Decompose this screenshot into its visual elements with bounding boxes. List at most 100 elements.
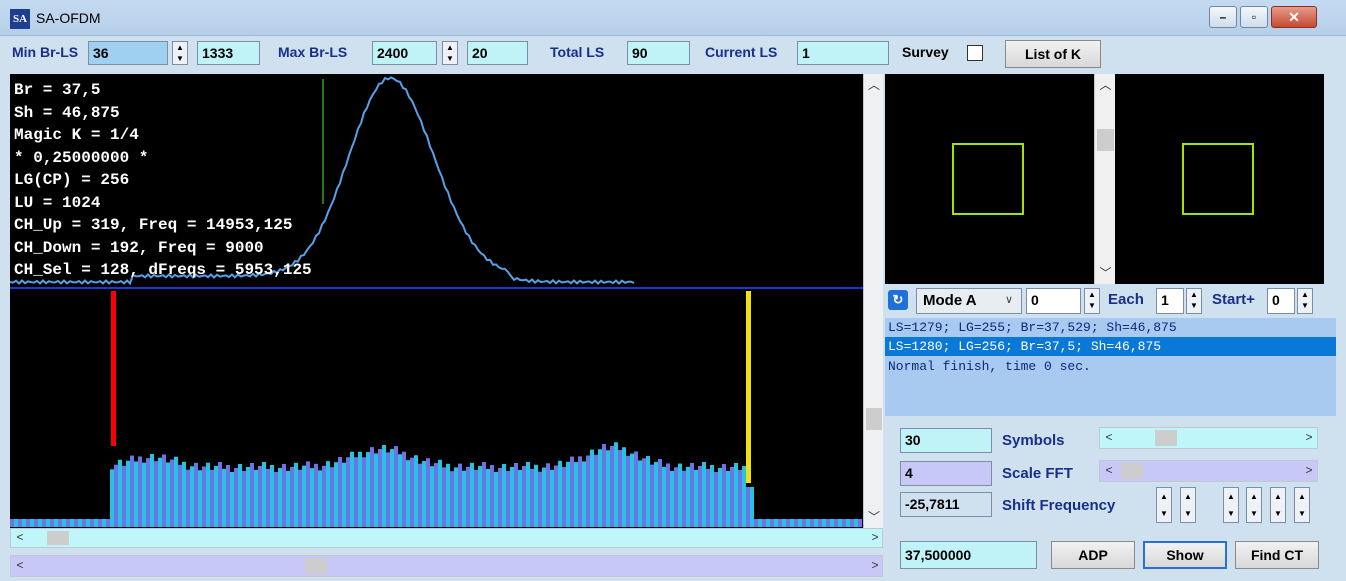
spectrum-bar: [498, 467, 502, 527]
spectrum-bar: [250, 462, 254, 527]
shift-frequency-value[interactable]: -25,7811: [900, 492, 992, 517]
spectrum-bar: [342, 462, 346, 527]
scroll-left-icon[interactable]: <: [1103, 430, 1115, 444]
spectrum-bar: [334, 462, 338, 527]
list-of-k-button[interactable]: List of K: [1005, 40, 1101, 68]
maximize-button[interactable]: ▫: [1240, 6, 1268, 28]
survey-checkbox[interactable]: [967, 45, 983, 61]
spectrum-bar: [246, 466, 250, 527]
max-br-ls-input[interactable]: 2400: [372, 41, 437, 65]
parameter-line: Br = 37,5: [14, 81, 101, 99]
adp-button[interactable]: ADP: [1051, 541, 1135, 569]
parameter-line: CH_Down = 192, Freq = 9000: [14, 238, 264, 257]
spectrum-bar: [582, 461, 586, 527]
spectrum-bar: [158, 457, 162, 527]
spectrum-bar: [162, 454, 166, 527]
results-list[interactable]: LS=1279; LG=255; Br=37,529; Sh=46,875 LS…: [885, 318, 1336, 416]
scale-fft-value[interactable]: 4: [900, 461, 992, 486]
spectrum-bar: [618, 450, 622, 527]
scroll-right-icon[interactable]: >: [868, 558, 882, 572]
scroll-down-icon[interactable]: ﹀: [1095, 264, 1116, 281]
constellation-right-square: [1182, 143, 1254, 215]
spectrum-bar: [134, 461, 138, 527]
spectrum-bar: [706, 468, 710, 527]
shift-spin-icon[interactable]: ▲ ▼: [1180, 487, 1196, 523]
list-item-selected[interactable]: LS=1280; LG=256; Br=37,5; Sh=46,875: [885, 337, 1336, 356]
constellation-vscrollbar[interactable]: ︿ ﹀: [1094, 74, 1115, 284]
frequency-value[interactable]: 37,500000: [900, 541, 1037, 569]
min-br-ls-input[interactable]: 36: [88, 41, 168, 65]
constellation-vscroll-thumb[interactable]: [1097, 129, 1114, 151]
spectrum-bar: [278, 467, 282, 527]
spectrum-bar: [98, 519, 102, 527]
scale-fft-slider-thumb[interactable]: [1121, 463, 1144, 479]
main-vscroll-thumb[interactable]: [866, 408, 882, 430]
scroll-right-icon[interactable]: >: [1303, 463, 1315, 477]
mode-number-input[interactable]: 0: [1026, 288, 1081, 314]
scroll-right-icon[interactable]: >: [1303, 430, 1315, 444]
spectrum-bar: [510, 466, 514, 527]
each-label: Each: [1108, 291, 1144, 308]
spectrum-bar: [458, 463, 462, 527]
marker-left-line: [111, 291, 116, 446]
scroll-left-icon[interactable]: <: [13, 530, 27, 544]
main-vscrollbar[interactable]: ︿ ﹀: [863, 74, 883, 528]
each-input[interactable]: 1: [1156, 288, 1184, 314]
list-item[interactable]: LS=1279; LG=255; Br=37,529; Sh=46,875: [885, 318, 1336, 337]
shift-spin-icon[interactable]: ▲ ▼: [1223, 487, 1239, 523]
show-button[interactable]: Show: [1143, 541, 1227, 569]
mode-select[interactable]: Mode A ∨: [916, 288, 1022, 314]
spectrum-bar: [42, 519, 46, 527]
scroll-up-icon[interactable]: ︿: [1095, 76, 1116, 93]
spectrum-bar: [494, 471, 498, 527]
spectrum-bar: [90, 519, 94, 527]
spectrum-bar: [266, 468, 270, 527]
spectrum-bar: [70, 519, 74, 527]
close-button[interactable]: ✕: [1271, 6, 1317, 28]
min-br-ls-spin-icon[interactable]: ▲ ▼: [172, 41, 188, 65]
hscroll-bottom-thumb[interactable]: [305, 558, 327, 574]
scroll-right-icon[interactable]: >: [868, 530, 882, 544]
spectrum-bar: [346, 457, 350, 527]
scroll-down-icon[interactable]: ﹀: [864, 508, 884, 525]
symbols-value[interactable]: 30: [900, 428, 992, 453]
hscrollbar-bottom[interactable]: < >: [10, 555, 883, 577]
mode-number-spin-icon[interactable]: ▲ ▼: [1084, 288, 1100, 314]
list-item[interactable]: Normal finish, time 0 sec.: [885, 357, 1336, 376]
shift-spin-icon[interactable]: ▲ ▼: [1294, 487, 1310, 523]
find-ct-button[interactable]: Find CT: [1235, 541, 1319, 569]
spectrum-bar: [322, 465, 326, 527]
spectrum-bar: [750, 487, 754, 527]
refresh-icon[interactable]: ↻: [888, 290, 908, 310]
spectrum-bar: [202, 466, 206, 527]
hscrollbar-top[interactable]: < >: [10, 528, 883, 548]
scroll-left-icon[interactable]: <: [1103, 463, 1115, 477]
spectrum-bar: [238, 463, 242, 527]
shift-spin-icon[interactable]: ▲ ▼: [1270, 487, 1286, 523]
spectrum-bar: [18, 519, 22, 527]
each-spin-icon[interactable]: ▲ ▼: [1186, 288, 1202, 314]
scale-fft-slider[interactable]: < >: [1099, 460, 1318, 482]
scroll-up-icon[interactable]: ︿: [864, 76, 884, 93]
shift-spin-icon[interactable]: ▲ ▼: [1246, 487, 1262, 523]
symbols-slider-thumb[interactable]: [1154, 430, 1177, 446]
spectrum-bar: [646, 456, 650, 527]
spectrum-bar: [362, 457, 366, 527]
spectrum-bar: [490, 464, 494, 527]
spectrum-bar: [422, 461, 426, 527]
start-spin-icon[interactable]: ▲ ▼: [1297, 288, 1313, 314]
parameter-line: Magic K = 1/4: [14, 126, 139, 144]
spectrum-bar: [274, 471, 278, 527]
spectrum-bar: [442, 467, 446, 527]
start-input[interactable]: 0: [1267, 288, 1295, 314]
spectrum-bar: [198, 470, 202, 527]
hscroll-top-thumb[interactable]: [47, 531, 69, 545]
shift-spin-icon[interactable]: ▲ ▼: [1156, 487, 1172, 523]
scroll-left-icon[interactable]: <: [13, 558, 27, 572]
max-br-ls-spin-icon[interactable]: ▲ ▼: [442, 41, 458, 65]
spectrum-bar: [518, 469, 522, 527]
minimize-button[interactable]: –: [1209, 6, 1237, 28]
spectrum-bar: [698, 465, 702, 527]
spectrum-bar: [434, 463, 438, 527]
symbols-slider[interactable]: < >: [1099, 427, 1318, 449]
